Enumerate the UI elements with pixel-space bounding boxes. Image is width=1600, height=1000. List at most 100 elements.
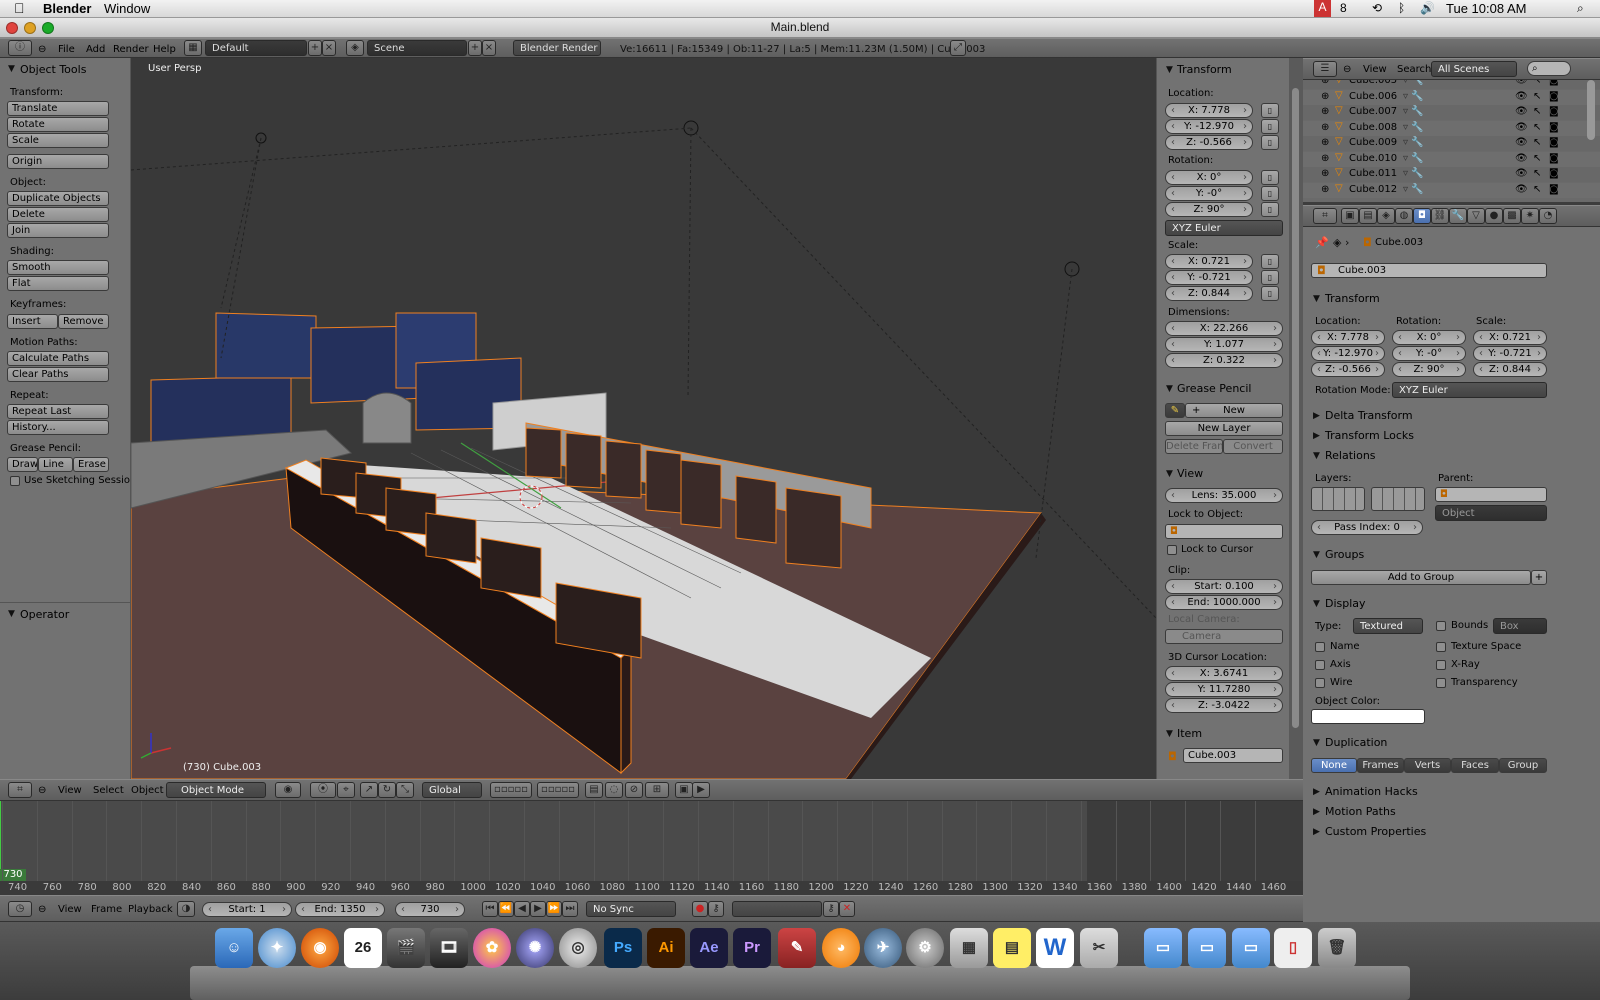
minimize-window-button[interactable] bbox=[24, 22, 36, 34]
clapper-icon[interactable]: 🎬 bbox=[387, 928, 425, 968]
dup-none-button[interactable]: None bbox=[1311, 758, 1357, 773]
outliner-menu-search[interactable]: Search bbox=[1397, 64, 1431, 75]
data-tab-icon[interactable]: ▽ bbox=[1467, 208, 1485, 224]
play-icon[interactable]: ▶ bbox=[530, 901, 546, 917]
volume-icon[interactable]: 🔊 bbox=[1420, 1, 1435, 15]
item-name-field[interactable]: Cube.003 bbox=[1183, 748, 1283, 763]
outliner-list[interactable]: ⊕ ▽ Cube.005 ▿ 🔧 👁 ↖ ◙ ⊕ ▽ Cube.006 ▿ 🔧 👁 ↖ ◙ ⊕ ▽ Cube.0… bbox=[1303, 80, 1600, 202]
constraints-tab-icon[interactable]: ⛓ bbox=[1431, 208, 1449, 224]
n-scale-z[interactable]: Z: 0.844 bbox=[1165, 286, 1253, 301]
outliner-item-name[interactable]: Cube.012 bbox=[1349, 184, 1397, 195]
calendar-icon[interactable]: 26 bbox=[344, 928, 382, 968]
collapse-triangle-icon[interactable]: ▼ bbox=[1313, 451, 1320, 461]
outliner-row[interactable]: ⊕ ▽ Cube.009 ▿ 🔧 👁 ↖ ◙ bbox=[1303, 136, 1600, 151]
collapse-triangle-icon[interactable]: ▼ bbox=[1313, 599, 1320, 609]
n-scale-y[interactable]: Y: -0.721 bbox=[1165, 270, 1253, 285]
layer-lock-icon[interactable]: ▤ bbox=[585, 782, 603, 798]
menu-add[interactable]: Add bbox=[86, 44, 105, 55]
groups-panel[interactable]: Groups bbox=[1325, 548, 1364, 561]
render-camera-icon[interactable]: ◙ bbox=[1549, 168, 1559, 179]
clip-start-field[interactable]: Start: 0.100 bbox=[1165, 579, 1283, 594]
n-item-title[interactable]: Item bbox=[1177, 727, 1202, 740]
object-name-field[interactable]: Cube.003 bbox=[1311, 263, 1547, 278]
outliner-row[interactable]: ⊕ ▽ Cube.005 ▿ 🔧 👁 ↖ ◙ bbox=[1303, 80, 1600, 89]
lock-icon[interactable]: ▯ bbox=[1261, 170, 1279, 185]
delete-key-icon[interactable]: ✕ bbox=[839, 901, 855, 917]
outliner-item-name[interactable]: Cube.007 bbox=[1349, 106, 1397, 117]
clear-paths-button[interactable]: Clear Paths bbox=[7, 367, 109, 382]
preview-range-icon[interactable]: ◑ bbox=[177, 901, 195, 917]
object-tab-icon[interactable]: ◘ bbox=[1413, 208, 1431, 224]
lock-icon[interactable]: ▯ bbox=[1261, 270, 1279, 285]
transform-triangle-icon[interactable]: ▼ bbox=[1166, 65, 1173, 75]
outliner-row[interactable]: ⊕ ▽ Cube.010 ▿ 🔧 👁 ↖ ◙ bbox=[1303, 151, 1600, 167]
pencil-icon[interactable]: ✎ bbox=[1165, 403, 1185, 418]
n-view-title[interactable]: View bbox=[1177, 467, 1203, 480]
render-camera-icon[interactable]: ◙ bbox=[1549, 91, 1559, 102]
scissors-icon[interactable]: ✂ bbox=[1080, 928, 1118, 968]
n-rotation-z[interactable]: Z: 90° bbox=[1165, 202, 1253, 217]
lens-field[interactable]: Lens: 35.000 bbox=[1165, 488, 1283, 503]
stickies-icon[interactable]: ▤ bbox=[993, 928, 1031, 968]
pin-icon[interactable]: 📌 bbox=[1315, 236, 1329, 249]
lock-object-field[interactable]: ◘ bbox=[1165, 524, 1283, 539]
close-window-button[interactable] bbox=[6, 22, 18, 34]
cursor-select-icon[interactable]: ↖ bbox=[1533, 91, 1541, 102]
outliner-row[interactable]: ⊕ ▽ Cube.012 ▿ 🔧 👁 ↖ ◙ bbox=[1303, 182, 1600, 198]
sync-dropdown[interactable]: No Sync bbox=[586, 901, 676, 917]
expand-icon[interactable]: ⊕ bbox=[1321, 153, 1329, 164]
lock-to-cursor-checkbox[interactable] bbox=[1167, 545, 1177, 555]
outliner-row[interactable]: ⊕ ▽ Cube.006 ▿ 🔧 👁 ↖ ◙ bbox=[1303, 89, 1600, 105]
n-location-x[interactable]: X: 7.778 bbox=[1165, 103, 1253, 118]
viewport-shading-icon[interactable]: ◉ bbox=[275, 782, 301, 798]
end-frame-field[interactable]: End: 1350 bbox=[295, 902, 385, 917]
trash-icon[interactable]: 🗑 bbox=[1318, 928, 1356, 968]
n-dimension-y[interactable]: Y: 1.077 bbox=[1165, 337, 1283, 352]
cursor-x-field[interactable]: X: 3.6741 bbox=[1165, 666, 1283, 681]
parent-field[interactable]: ◘ bbox=[1435, 487, 1547, 502]
remove-layout-icon[interactable]: × bbox=[322, 40, 336, 56]
input-source-badge[interactable]: A bbox=[1314, 0, 1331, 17]
documents-folder-icon[interactable]: ▭ bbox=[1188, 928, 1226, 968]
expand-icon[interactable]: ⊕ bbox=[1321, 80, 1329, 86]
eye-icon[interactable]: 👁 bbox=[1515, 184, 1528, 195]
add-scene-icon[interactable]: + bbox=[468, 40, 482, 56]
blender-icon[interactable]: ◕ bbox=[822, 928, 860, 968]
object-color-swatch[interactable] bbox=[1311, 709, 1425, 724]
editor-type-icon[interactable]: ⌗ bbox=[8, 782, 32, 798]
motion-paths-panel[interactable]: Motion Paths bbox=[1325, 805, 1396, 818]
outliner-menu-view[interactable]: View bbox=[1363, 64, 1387, 75]
axis-checkbox[interactable] bbox=[1315, 660, 1325, 670]
render-layers-tab-icon[interactable]: ▤ bbox=[1359, 208, 1377, 224]
calculate-paths-button[interactable]: Calculate Paths bbox=[7, 351, 109, 366]
jump-start-icon[interactable]: ⏮ bbox=[482, 901, 498, 917]
outliner-search-field[interactable]: ⌕ bbox=[1527, 61, 1571, 76]
cursor-y-field[interactable]: Y: 11.7280 bbox=[1165, 682, 1283, 697]
3d-viewport[interactable]: User Persp (730) Cube.003 bbox=[131, 58, 1156, 779]
zoom-window-button[interactable] bbox=[42, 22, 54, 34]
render-camera-icon[interactable]: ◙ bbox=[1549, 80, 1559, 86]
eye-icon[interactable]: 👁 bbox=[1515, 122, 1528, 133]
bounds-type-dropdown[interactable]: Box bbox=[1493, 618, 1547, 634]
outliner-scrollbar[interactable] bbox=[1587, 80, 1595, 140]
outliner-item-name[interactable]: Cube.010 bbox=[1349, 153, 1397, 164]
scene-icon[interactable]: ◈ bbox=[346, 40, 364, 56]
outliner-item-name[interactable]: Cube.005 bbox=[1349, 80, 1397, 86]
time-machine-icon[interactable]: ⟲ bbox=[1372, 1, 1382, 15]
system-preferences-icon[interactable]: ⚙ bbox=[906, 928, 944, 968]
eye-icon[interactable]: 👁 bbox=[1515, 80, 1528, 86]
delta-transform-panel[interactable]: Delta Transform bbox=[1325, 409, 1413, 422]
render-camera-icon[interactable]: ◙ bbox=[1549, 153, 1559, 164]
erase-button[interactable]: Erase bbox=[73, 457, 109, 472]
prev-keyframe-icon[interactable]: ⏪ bbox=[498, 901, 514, 917]
expand-triangle-icon[interactable]: ▶ bbox=[1313, 787, 1320, 797]
custom-properties-panel[interactable]: Custom Properties bbox=[1325, 825, 1426, 838]
delete-frame-button[interactable]: Delete Frame bbox=[1165, 439, 1223, 454]
display-type-dropdown[interactable]: Textured bbox=[1353, 618, 1423, 634]
render-camera-icon[interactable]: ◙ bbox=[1549, 122, 1559, 133]
final-cut-icon[interactable]: 🎞 bbox=[430, 928, 468, 968]
rotate-manipulator-icon[interactable]: ↻ bbox=[378, 782, 396, 798]
editor-type-icon[interactable]: ⌗ bbox=[1313, 208, 1337, 224]
cursor-select-icon[interactable]: ↖ bbox=[1533, 168, 1541, 179]
rotation-mode-dropdown[interactable]: XYZ Euler bbox=[1392, 382, 1547, 398]
